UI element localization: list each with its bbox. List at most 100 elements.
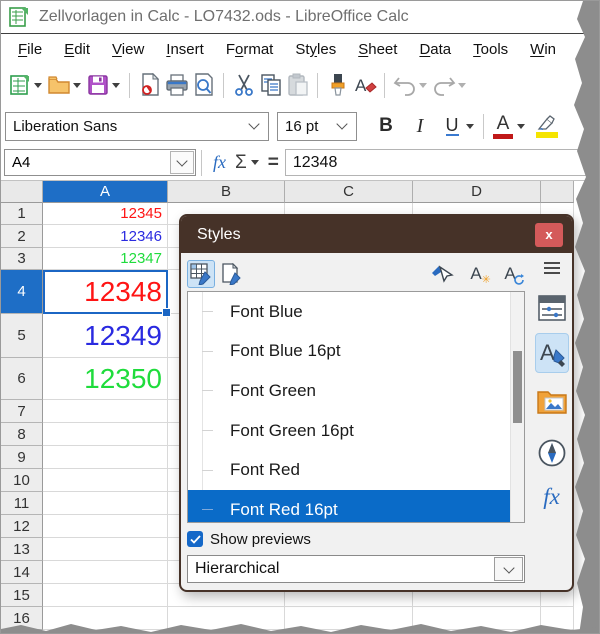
row-header-13[interactable]: 13: [1, 538, 43, 561]
row-header-12[interactable]: 12: [1, 515, 43, 538]
bold-button[interactable]: B: [373, 111, 399, 141]
name-box[interactable]: A4: [4, 149, 196, 176]
navigator-icon[interactable]: [537, 437, 567, 469]
cell-A8[interactable]: [43, 423, 168, 446]
properties-icon[interactable]: [537, 293, 566, 323]
cell-A4[interactable]: 12348: [43, 270, 171, 317]
style-item-font-red-16pt[interactable]: Font Red 16pt: [188, 489, 524, 522]
row-header-3[interactable]: 3: [1, 248, 43, 270]
save-dropdown-arrow[interactable]: [112, 82, 120, 88]
font-name-combo[interactable]: Liberation Sans: [5, 111, 269, 141]
cell-A12[interactable]: [43, 515, 168, 538]
cell-A14[interactable]: [43, 561, 168, 584]
print-icon[interactable]: [163, 71, 190, 99]
cell-A7[interactable]: [43, 400, 168, 423]
autosum-icon[interactable]: Σ: [232, 152, 250, 174]
row-header-14[interactable]: 14: [1, 561, 43, 584]
style-item-font-blue[interactable]: Font Blue: [188, 292, 524, 332]
name-box-dropdown[interactable]: [170, 151, 194, 174]
new-style-from-selection-icon[interactable]: A ✳: [462, 260, 490, 288]
row-header-8[interactable]: 8: [1, 423, 43, 446]
cell-A9[interactable]: [43, 446, 168, 469]
cell-A6[interactable]: 12350: [43, 358, 168, 400]
redo-icon[interactable]: [430, 71, 457, 99]
column-header-c[interactable]: C: [285, 181, 413, 203]
menu-tools[interactable]: Tools: [462, 38, 519, 61]
font-color-button[interactable]: A: [490, 111, 516, 141]
cell-A2[interactable]: 12346: [43, 225, 168, 248]
cut-icon[interactable]: [230, 71, 257, 99]
open-icon[interactable]: [45, 71, 72, 99]
cell-A10[interactable]: [43, 469, 168, 492]
row-header-7[interactable]: 7: [1, 400, 43, 423]
cell-C16[interactable]: [285, 607, 413, 630]
menu-format[interactable]: Format: [215, 38, 285, 61]
cell-A16[interactable]: [43, 607, 168, 630]
row-header-5[interactable]: 5: [1, 314, 43, 358]
list-scrollbar[interactable]: [510, 292, 524, 522]
formula-equals-icon[interactable]: =: [262, 152, 285, 174]
cell-A11[interactable]: [43, 492, 168, 515]
spotlight-icon[interactable]: [428, 260, 456, 288]
style-item-font-green[interactable]: Font Green: [188, 371, 524, 411]
cell-A1[interactable]: 12345: [43, 203, 168, 225]
print-preview-icon[interactable]: [190, 71, 217, 99]
column-header-d[interactable]: D: [413, 181, 541, 203]
clear-formatting-icon[interactable]: A: [351, 71, 378, 99]
font-size-combo[interactable]: 16 pt: [277, 111, 357, 141]
underline-dropdown-arrow[interactable]: [466, 123, 474, 129]
style-item-font-green-16pt[interactable]: Font Green 16pt: [188, 411, 524, 451]
redo-dropdown-arrow[interactable]: [458, 82, 466, 88]
highlight-color-button[interactable]: [534, 111, 560, 141]
cell-A15[interactable]: [43, 584, 168, 607]
style-item-font-red[interactable]: Font Red: [188, 450, 524, 490]
styles-dialog-titlebar[interactable]: Styles x: [181, 216, 572, 253]
gallery-icon[interactable]: [536, 385, 567, 417]
paste-icon[interactable]: [284, 71, 311, 99]
style-filter-select[interactable]: Hierarchical: [187, 555, 525, 583]
show-previews-checkbox[interactable]: [187, 531, 203, 547]
menu-styles[interactable]: Styles: [284, 38, 347, 61]
row-header-1[interactable]: 1: [1, 203, 43, 225]
clone-formatting-icon[interactable]: [324, 71, 351, 99]
sidebar-menu-icon[interactable]: [543, 259, 561, 277]
menu-edit[interactable]: Edit: [53, 38, 101, 61]
row-header-6[interactable]: 6: [1, 358, 43, 400]
column-header-a[interactable]: A: [43, 181, 168, 203]
row-header-4[interactable]: 4: [1, 270, 43, 314]
function-wizard-icon[interactable]: fx: [207, 152, 232, 173]
cell-A3[interactable]: 12347: [43, 248, 168, 270]
export-pdf-icon[interactable]: [136, 71, 163, 99]
menu-insert[interactable]: Insert: [155, 38, 215, 61]
row-header-10[interactable]: 10: [1, 469, 43, 492]
styles-icon[interactable]: A: [534, 333, 569, 373]
undo-icon[interactable]: [391, 71, 418, 99]
cell-A13[interactable]: [43, 538, 168, 561]
menu-data[interactable]: Data: [408, 38, 462, 61]
new-document-icon[interactable]: [6, 71, 33, 99]
copy-icon[interactable]: [257, 71, 284, 99]
scrollbar-thumb[interactable]: [513, 351, 522, 423]
undo-dropdown-arrow[interactable]: [419, 82, 427, 88]
menu-file[interactable]: File: [7, 38, 53, 61]
select-all-corner[interactable]: [1, 181, 43, 203]
row-header-11[interactable]: 11: [1, 492, 43, 515]
new-dropdown-arrow[interactable]: [34, 82, 42, 88]
row-header-15[interactable]: 15: [1, 584, 43, 607]
page-styles-icon[interactable]: [218, 260, 246, 288]
font-color-dropdown-arrow[interactable]: [517, 123, 525, 129]
update-style-icon[interactable]: A: [496, 260, 524, 288]
cell-styles-icon[interactable]: [187, 259, 215, 288]
cell-A5[interactable]: 12349: [43, 314, 168, 358]
underline-button[interactable]: U: [439, 111, 465, 141]
italic-button[interactable]: I: [407, 111, 433, 141]
functions-icon[interactable]: fx: [543, 481, 560, 513]
column-header-b[interactable]: B: [168, 181, 285, 203]
open-dropdown-arrow[interactable]: [73, 82, 81, 88]
style-item-font-blue-16pt[interactable]: Font Blue 16pt: [188, 332, 524, 372]
formula-input[interactable]: 12348: [284, 149, 597, 176]
menu-sheet[interactable]: Sheet: [347, 38, 408, 61]
save-icon[interactable]: [84, 71, 111, 99]
menu-view[interactable]: View: [101, 38, 155, 61]
close-icon[interactable]: x: [535, 222, 563, 247]
